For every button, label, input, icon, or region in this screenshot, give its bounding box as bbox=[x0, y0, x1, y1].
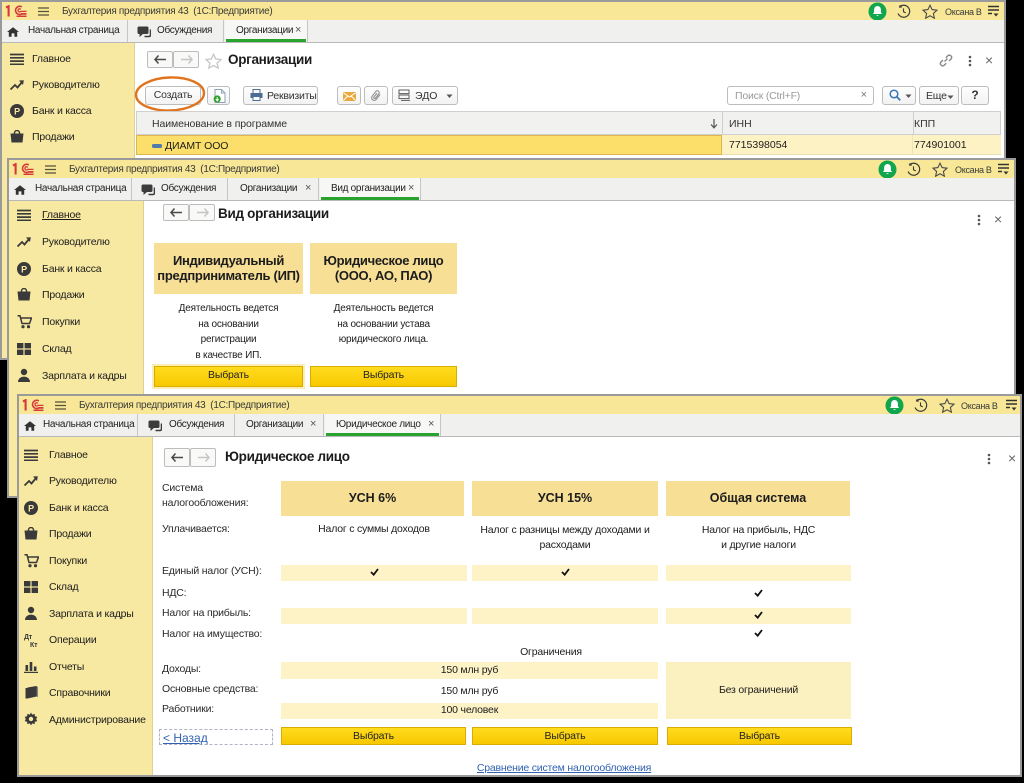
svg-text:Кт: Кт bbox=[30, 642, 38, 647]
svg-text:Дт: Дт bbox=[24, 634, 33, 641]
svg-text:P: P bbox=[28, 504, 34, 514]
svg-text:P: P bbox=[21, 265, 27, 275]
svg-text:P: P bbox=[14, 107, 20, 117]
